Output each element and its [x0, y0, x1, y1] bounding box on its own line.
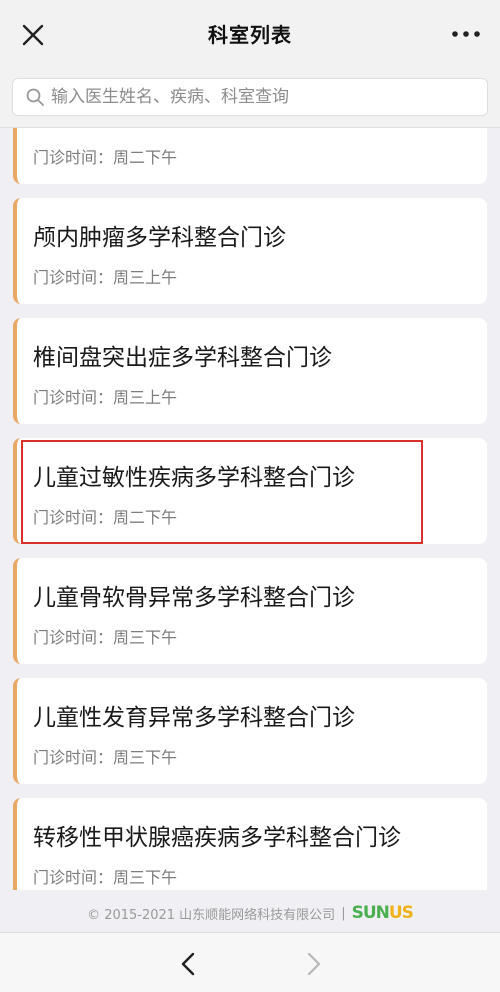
- clinic-time: 门诊时间：周三下午: [33, 628, 178, 647]
- clinic-time: 门诊时间：周二下午: [33, 508, 178, 527]
- clinic-time: 门诊时间：周三下午: [33, 868, 178, 887]
- clinic-time: 门诊时间：周三下午: [33, 748, 178, 767]
- department-card[interactable]: 儿童过敏性疾病多学科整合门诊 门诊时间：周二下午: [13, 438, 487, 544]
- department-list: 门诊时间：周二下午 颅内肿瘤多学科整合门诊 门诊时间：周三上午 椎间盘突出症多学…: [0, 128, 500, 890]
- footer-separator: |: [341, 905, 346, 921]
- top-bar: 科室列表: [0, 0, 500, 66]
- company-logo: SUNUS: [351, 903, 414, 923]
- chevron-left-icon[interactable]: [176, 951, 202, 977]
- department-card[interactable]: 儿童骨软骨异常多学科整合门诊 门诊时间：周三下午: [13, 558, 487, 664]
- page-title: 科室列表: [208, 22, 292, 47]
- department-card[interactable]: 椎间盘突出症多学科整合门诊 门诊时间：周三上午: [13, 318, 487, 424]
- search-icon: [26, 88, 44, 106]
- search-bar: [0, 66, 500, 128]
- department-name: 儿童过敏性疾病多学科整合门诊: [33, 465, 355, 491]
- copyright-text: © 2015-2021 山东顺能网络科技有限公司: [87, 907, 336, 923]
- clinic-time: 门诊时间：周二下午: [33, 148, 178, 167]
- bottom-nav-bar: [0, 932, 500, 992]
- chevron-right-icon[interactable]: [300, 951, 326, 977]
- department-name: 椎间盘突出症多学科整合门诊: [33, 345, 332, 371]
- clinic-time: 门诊时间：周三上午: [33, 388, 178, 407]
- footer: © 2015-2021 山东顺能网络科技有限公司 | SUNUS: [0, 898, 500, 928]
- logo-part-us: US: [388, 903, 414, 923]
- department-name: 转移性甲状腺癌疾病多学科整合门诊: [33, 825, 401, 851]
- department-name: 儿童骨软骨异常多学科整合门诊: [33, 585, 355, 611]
- department-card[interactable]: 颅内肿瘤多学科整合门诊 门诊时间：周三上午: [13, 198, 487, 304]
- department-name: 儿童性发育异常多学科整合门诊: [33, 705, 355, 731]
- close-icon[interactable]: [18, 20, 48, 50]
- logo-part-sun: SUN: [351, 903, 390, 923]
- clinic-time: 门诊时间：周三上午: [33, 268, 178, 287]
- department-card[interactable]: 门诊时间：周二下午: [13, 128, 487, 184]
- department-card[interactable]: 儿童性发育异常多学科整合门诊 门诊时间：周三下午: [13, 678, 487, 784]
- search-input[interactable]: [51, 87, 471, 107]
- department-name: 颅内肿瘤多学科整合门诊: [33, 225, 286, 251]
- more-icon[interactable]: [450, 22, 482, 46]
- search-box[interactable]: [12, 78, 488, 116]
- department-card[interactable]: 转移性甲状腺癌疾病多学科整合门诊 门诊时间：周三下午: [13, 798, 487, 890]
